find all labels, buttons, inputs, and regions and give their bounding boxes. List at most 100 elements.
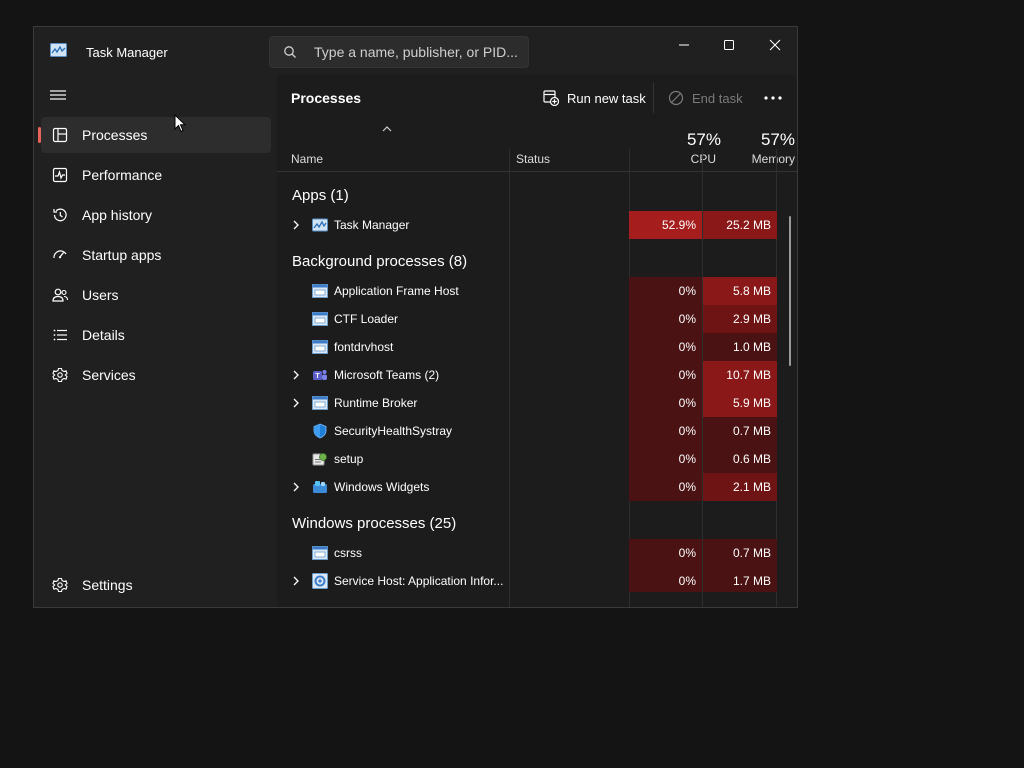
end-task-button[interactable]: End task [668,87,743,109]
cpu-total-percent: 57% [686,130,721,149]
close-icon [769,39,781,51]
window-app-icon [312,396,328,410]
shield-icon [313,423,327,439]
mouse-cursor-icon [174,114,186,133]
window-app-icon [312,546,328,560]
end-task-icon [668,90,684,106]
sidebar-item-details[interactable]: Details [41,317,271,353]
services-icon [52,367,68,383]
column-header-cpu[interactable]: CPU [691,152,716,166]
settings-gear-icon [52,577,68,593]
run-new-task-icon [543,90,559,106]
process-cpu: 0% [629,361,702,389]
sidebar-item-startup-apps[interactable]: Startup apps [41,237,271,273]
chevron-right-icon[interactable] [291,397,301,409]
sidebar-item-label: Startup apps [82,247,162,263]
toolbar-divider [653,83,654,113]
process-name: Task Manager [334,218,410,232]
process-name: Microsoft Teams (2) [334,368,440,382]
search-icon [284,46,296,58]
end-task-label: End task [692,90,743,106]
hamburger-menu-icon[interactable] [48,86,68,104]
task-manager-window: Task Manager Type a name, publisher, or … [33,26,798,608]
sidebar-item-processes[interactable]: Processes [38,117,271,153]
vertical-scrollbar[interactable] [789,216,791,366]
teams-icon: T [313,370,327,380]
process-cpu: 0% [629,539,702,567]
sort-ascending-icon [382,126,392,132]
settings-label: Settings [82,577,133,593]
setup-icon [312,453,327,466]
close-button[interactable] [752,31,797,59]
users-icon [52,288,69,302]
startup-apps-icon [53,250,67,259]
table-row[interactable]: fontdrvhost 0% 1.0 MB [277,333,797,361]
process-name: SecurityHealthSystray [334,424,453,438]
table-row[interactable]: CTF Loader 0% 2.9 MB [277,305,797,333]
table-row[interactable]: SecurityHealthSystray 0% 0.7 MB [277,417,797,445]
task-manager-icon [50,43,67,57]
minimize-button[interactable] [661,31,707,59]
run-new-task-button[interactable]: Run new task [543,87,646,109]
process-memory: 1.0 MB [703,333,777,361]
processes-icon [52,127,68,143]
toolbar: Processes Run new task End task [277,75,797,121]
more-options-icon [764,96,782,100]
table-row[interactable]: T Microsoft Teams (2) 0% 10.7 MB [277,361,797,389]
process-name: CTF Loader [334,312,399,326]
process-memory: 0.7 MB [703,417,777,445]
sidebar-item-label: App history [82,207,153,223]
maximize-icon [724,40,734,50]
details-icon [53,329,67,341]
table-row[interactable]: Application Frame Host 0% 5.8 MB [277,277,797,305]
table-row[interactable]: Runtime Broker 0% 5.9 MB [277,389,797,417]
process-memory: 5.8 MB [703,277,777,305]
group-header-windows: Windows processes (25) [292,515,457,532]
sidebar-item-app-history[interactable]: App history [41,197,271,233]
column-header-status[interactable]: Status [516,152,550,166]
chevron-right-icon[interactable] [291,369,301,381]
table-row[interactable]: Service Host: Application Infor... 0% 1.7 … [277,567,797,592]
process-memory: 25.2 MB [703,211,777,239]
window-app-icon [312,284,328,298]
maximize-button[interactable] [706,31,752,59]
sidebar-item-performance[interactable]: Performance [41,157,271,193]
process-cpu: 0% [629,389,702,417]
table-row[interactable]: Task Manager 52.9% 25.2 MB [277,211,797,239]
process-name: Service Host: Application Infor... [334,574,504,588]
widgets-icon [313,481,327,493]
sidebar-item-users[interactable]: Users [41,277,271,313]
service-host-icon [312,573,328,589]
sidebar-item-services[interactable]: Services [41,357,271,393]
group-header-apps: Apps (1) [292,187,349,204]
table-row[interactable]: csrss 0% 0.7 MB [277,539,797,567]
process-memory: 5.9 MB [703,389,777,417]
run-new-task-label: Run new task [567,90,646,106]
sidebar-item-settings[interactable]: Settings [41,567,271,603]
table-row[interactable]: setup 0% 0.6 MB [277,445,797,473]
search-input[interactable] [314,37,524,67]
process-cpu: 52.9% [629,211,702,239]
title-bar[interactable]: Task Manager [34,27,797,75]
chevron-right-icon[interactable] [291,481,301,493]
window-app-icon [312,340,328,354]
process-name: csrss [334,546,362,560]
page-title: Processes [291,90,362,106]
column-headers: Name Status 57% CPU 57% Memory [277,121,797,172]
task-manager-icon [312,218,328,232]
column-header-memory[interactable]: Memory [723,152,797,166]
process-cpu: 0% [629,567,702,592]
process-memory: 2.9 MB [703,305,777,333]
more-options-button[interactable] [761,89,785,107]
search-box[interactable] [269,36,529,68]
column-header-name[interactable]: Name [291,152,323,166]
minimize-icon [679,44,689,46]
process-memory: 0.7 MB [703,539,777,567]
sidebar-item-label: Services [82,367,136,383]
table-row[interactable]: Windows Widgets 0% 2.1 MB [277,473,797,501]
svg-text:T: T [315,373,320,380]
process-name: setup [334,452,364,466]
chevron-right-icon[interactable] [291,575,301,587]
process-cpu: 0% [629,445,702,473]
chevron-right-icon[interactable] [291,219,301,231]
